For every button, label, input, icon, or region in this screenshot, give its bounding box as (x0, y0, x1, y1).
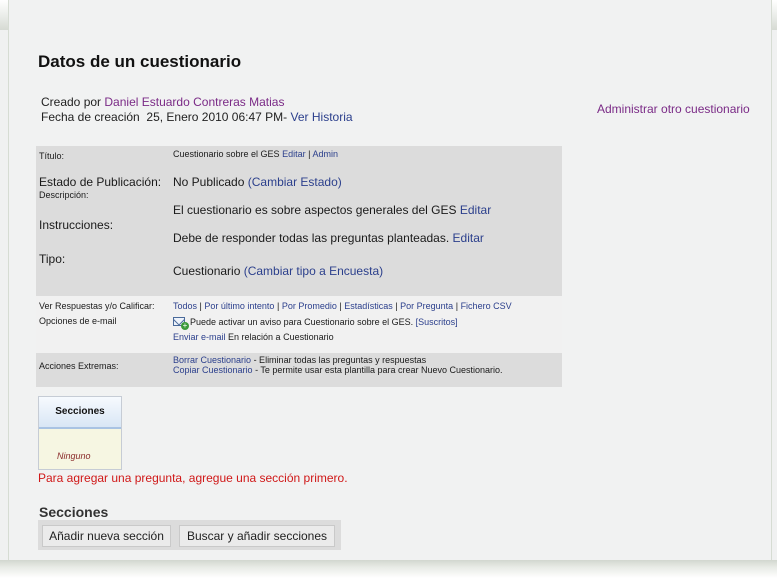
add-question-warning: Para agregar una pregunta, agregue una s… (38, 471, 348, 485)
cambiar-tipo-link[interactable]: (Cambiar tipo a Encuesta) (244, 264, 383, 278)
suscritos-link[interactable]: [Suscritos] (416, 317, 458, 327)
history-link[interactable]: Ver Historia (291, 110, 353, 124)
instrucciones-value: Debe de responder todas las preguntas pl… (173, 231, 450, 245)
separator: | (276, 301, 280, 311)
respuestas-promedio-link[interactable]: Por Promedio (282, 301, 337, 311)
info-row-extreme-actions: Acciones Extremas: Borrar Cuestionario -… (36, 353, 562, 387)
info-row-title: Título: Estado de Publicación: Descripci… (36, 146, 562, 296)
titulo-label: Título: (39, 151, 65, 161)
aviso-text: Puede activar un aviso para Cuestionario… (190, 317, 414, 327)
page-title: Datos de un cuestionario (38, 52, 242, 71)
titulo-value: Cuestionario sobre el GES (173, 149, 280, 159)
sections-empty-text: Ninguno (57, 451, 91, 461)
separator: | (395, 301, 398, 311)
respuestas-estadisticas-link[interactable]: Estadísticas (344, 301, 393, 311)
titulo-admin-link[interactable]: Admin (312, 149, 338, 159)
estado-label: Estado de Publicación: (39, 175, 162, 189)
instrucciones-label: Instrucciones: (39, 218, 114, 232)
email-add-icon[interactable]: + (173, 317, 189, 330)
separator: | (199, 301, 202, 311)
enviar-email-link[interactable]: Enviar e-mail (173, 332, 226, 342)
quiz-info-table: Título: Estado de Publicación: Descripci… (36, 146, 562, 387)
titulo-edit-link[interactable]: Editar (282, 149, 306, 159)
search-add-sections-button[interactable]: Buscar y añadir secciones (179, 525, 335, 547)
respuestas-csv-link[interactable]: Fichero CSV (461, 301, 512, 311)
respuestas-label: Ver Respuestas y/o Calificar: (39, 301, 155, 311)
enviar-relacion-text: En relación a Cuestionario (228, 332, 334, 342)
borrar-cuestionario-link[interactable]: Borrar Cuestionario (173, 355, 251, 365)
estado-value: No Publicado (173, 175, 245, 189)
descripcion-label: Descripción: (39, 190, 89, 200)
add-section-button[interactable]: Añadir nueva sección (42, 525, 171, 547)
separator: | (308, 149, 311, 159)
copiar-cuestionario-link[interactable]: Copiar Cuestionario (173, 365, 253, 375)
quiz-meta: Creado por Daniel Estuardo Contreras Mat… (41, 95, 353, 125)
respuestas-pregunta-link[interactable]: Por Pregunta (400, 301, 453, 311)
acciones-label: Acciones Extremas: (39, 361, 119, 371)
separator: | (339, 301, 342, 311)
created-by-label: Creado por (41, 95, 102, 109)
separator: | (455, 301, 459, 311)
bottom-frame-band (0, 560, 777, 578)
tipo-value: Cuestionario (173, 264, 241, 278)
respuestas-todos-link[interactable]: Todos (173, 301, 197, 311)
sections-box: Secciones Ninguno (38, 396, 122, 470)
date-label: Fecha de creación (41, 110, 140, 124)
sections-button-bar: Añadir nueva sección Buscar y añadir sec… (38, 520, 341, 550)
info-row-responses: Ver Respuestas y/o Calificar: Opciones d… (36, 296, 562, 353)
borrar-desc: - Eliminar todas las preguntas y respues… (253, 355, 427, 365)
cambiar-estado-link[interactable]: (Cambiar Estado) (248, 175, 342, 189)
tipo-label: Tipo: (39, 252, 66, 266)
descripcion-value: El cuestionario es sobre aspectos genera… (173, 203, 457, 217)
sections-box-header: Secciones (39, 397, 121, 429)
email-label: Opciones de e-mail (39, 316, 117, 326)
author-link[interactable]: Daniel Estuardo Contreras Matias (104, 95, 284, 109)
descripcion-edit-link[interactable]: Editar (460, 203, 491, 217)
date-value: 25, Enero 2010 06:47 PM- (146, 110, 288, 124)
copiar-desc: - Te permite usar esta plantilla para cr… (255, 365, 503, 375)
respuestas-ultimo-link[interactable]: Por último intento (204, 301, 274, 311)
instrucciones-edit-link[interactable]: Editar (453, 231, 484, 245)
respuestas-links: Todos | Por último intento | Por Promedi… (173, 301, 559, 311)
sections-heading: Secciones (39, 504, 109, 520)
admin-other-quiz-link[interactable]: Administrar otro cuestionario (597, 102, 750, 116)
